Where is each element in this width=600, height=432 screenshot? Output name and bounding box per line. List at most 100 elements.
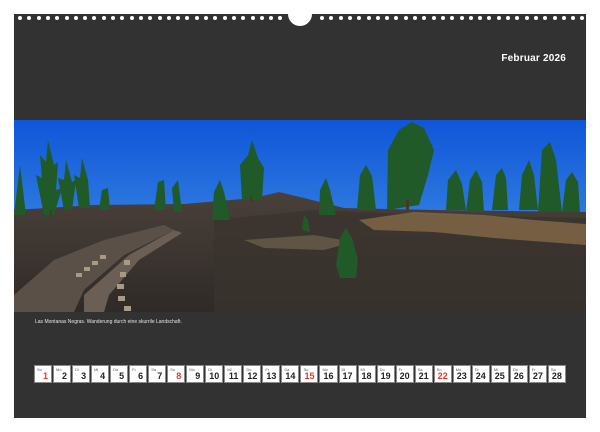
calendar-day: Sa 7 (148, 365, 167, 383)
binding-hole (55, 16, 60, 20)
binding-hole (120, 16, 125, 20)
calendar-day: Mi 18 (357, 365, 376, 383)
calendar-day: Mo 23 (452, 365, 471, 383)
binding-hole (487, 16, 492, 20)
day-number: 5 (119, 371, 125, 381)
binding-hole (533, 16, 538, 20)
photo-caption: Las Montanas Negras. Wanderung durch ein… (35, 319, 182, 325)
binding-hole (204, 16, 208, 20)
binding-hole (385, 16, 390, 20)
binding-hole (413, 16, 417, 20)
binding-hole (329, 16, 334, 20)
calendar-day: Fr 20 (395, 365, 414, 383)
binding-hole (36, 16, 41, 20)
calendar-day: Do 26 (509, 365, 528, 383)
calendar-day: Di 3 (72, 365, 91, 383)
calendar-day: Sa 14 (281, 365, 300, 383)
binding-hole (73, 16, 78, 20)
binding-hole (241, 16, 246, 20)
weekday-label: Sa (151, 367, 157, 372)
day-number: 12 (247, 371, 258, 381)
calendar-day: Fr 6 (129, 365, 148, 383)
binding-hole (185, 16, 190, 20)
binding-hole (320, 16, 324, 20)
binding-hole (459, 16, 464, 20)
day-number: 11 (228, 371, 239, 381)
day-number: 6 (138, 371, 144, 381)
calendar-day: Do 5 (110, 365, 129, 383)
calendar-day: Di 10 (205, 365, 224, 383)
day-number: 23 (456, 371, 467, 381)
calendar-day: Fr 13 (262, 365, 281, 383)
binding-hole (269, 16, 274, 20)
binding-hole (45, 16, 50, 20)
calendar-day: Mi 11 (224, 365, 243, 383)
binding-hole (422, 16, 427, 20)
binding-hole (83, 16, 88, 20)
weekday-label: Fr (132, 367, 136, 372)
binding-hole (101, 16, 106, 20)
binding-hole (543, 16, 548, 20)
calendar-day: So 15 (300, 365, 319, 383)
landscape-photo (14, 120, 586, 312)
weekday-label: Mo (189, 367, 195, 372)
calendar-day: So 1 (34, 365, 53, 383)
day-number: 8 (176, 371, 182, 381)
binding-hole (506, 16, 510, 20)
calendar-day: Mo 16 (319, 365, 338, 383)
binding-hole (250, 16, 255, 20)
day-number: 4 (100, 371, 106, 381)
month-title: Februar 2026 (501, 53, 566, 64)
binding-hole (431, 16, 436, 20)
binding-hole (440, 16, 445, 20)
binding-hole (515, 16, 520, 20)
day-number: 24 (475, 371, 486, 381)
day-number: 26 (513, 371, 524, 381)
binding-hole (129, 16, 134, 20)
calendar-day: Sa 28 (547, 365, 566, 383)
day-number: 7 (157, 371, 163, 381)
day-number: 2 (62, 371, 68, 381)
binding-hole (231, 16, 236, 20)
binding-hole (338, 16, 343, 20)
binding-hole (468, 16, 473, 20)
binding-hole (176, 16, 181, 20)
day-number: 17 (342, 371, 353, 381)
binding-hole (157, 16, 162, 20)
binding-hole (571, 16, 576, 20)
day-number: 28 (551, 371, 562, 381)
binding-hole (552, 16, 557, 20)
binding-hole (375, 16, 380, 20)
binding-hole (357, 16, 362, 20)
day-number: 16 (323, 371, 334, 381)
weekday-label: Do (113, 367, 119, 372)
binding-hole (92, 16, 97, 20)
calendar-day: So 22 (433, 365, 452, 383)
calendar-day: Di 24 (471, 365, 490, 383)
binding-hole (478, 16, 483, 20)
binding-hole (166, 16, 171, 20)
calendar-day: Do 19 (376, 365, 395, 383)
binding-hole (347, 16, 352, 20)
weekday-label: Mi (94, 367, 99, 372)
day-number: 18 (361, 371, 372, 381)
day-number: 27 (532, 371, 543, 381)
day-number: 3 (81, 371, 87, 381)
binding-hole (213, 16, 218, 20)
binding-hole (138, 16, 143, 20)
calendar-day: Mi 25 (490, 365, 509, 383)
binding-hole (394, 16, 399, 20)
calendar-strip: So 1 Mo 2 Di 3 Mi 4 Do 5 Fr 6 Sa 7 So 8 Mo 9 Di 10 Mi 11 Do 12 F… (34, 365, 566, 383)
binding-hole (222, 16, 227, 20)
binding-hole (561, 16, 566, 20)
binding-hole (496, 16, 501, 20)
binding-hole (18, 16, 22, 20)
binding-hole (524, 16, 529, 20)
calendar-day: Mo 9 (186, 365, 205, 383)
weekday-label: So (170, 367, 176, 372)
day-number: 9 (195, 371, 201, 381)
binding-hole (64, 16, 69, 20)
binding-hole (278, 16, 283, 20)
day-number: 1 (43, 371, 49, 381)
day-number: 14 (285, 371, 296, 381)
